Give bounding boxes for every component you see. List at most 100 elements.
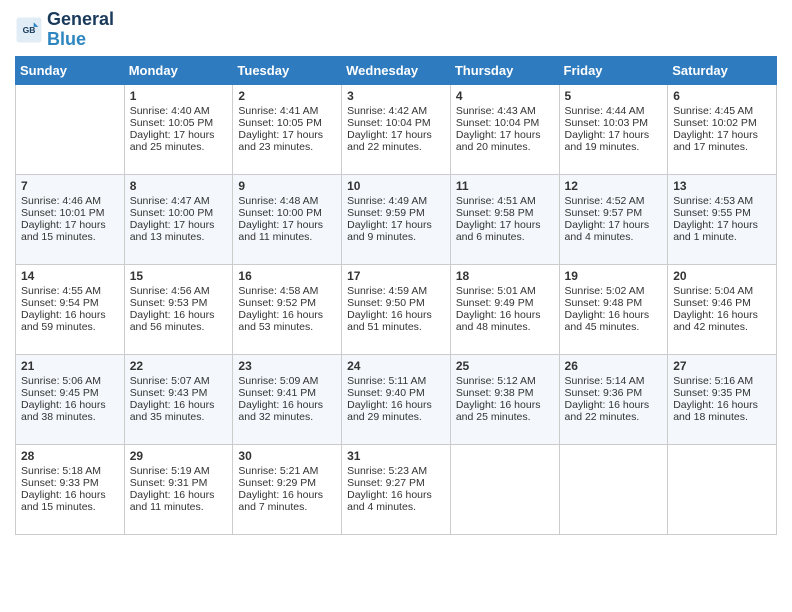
calendar-cell: 22Sunrise: 5:07 AMSunset: 9:43 PMDayligh… <box>124 354 233 444</box>
calendar-header: SundayMondayTuesdayWednesdayThursdayFrid… <box>16 56 777 84</box>
day-info: Sunset: 9:55 PM <box>673 207 771 219</box>
day-info: Daylight: 17 hours <box>238 219 336 231</box>
calendar-cell: 13Sunrise: 4:53 AMSunset: 9:55 PMDayligh… <box>668 174 777 264</box>
day-info: Daylight: 16 hours <box>565 399 663 411</box>
day-info: Sunset: 9:58 PM <box>456 207 554 219</box>
logo-icon: GB <box>15 16 43 44</box>
calendar-cell <box>450 444 559 534</box>
day-info: Daylight: 16 hours <box>238 489 336 501</box>
day-info: Sunset: 9:57 PM <box>565 207 663 219</box>
day-info: Sunset: 9:35 PM <box>673 387 771 399</box>
day-info: Daylight: 16 hours <box>238 309 336 321</box>
day-info: and 15 minutes. <box>21 501 119 513</box>
col-header-wednesday: Wednesday <box>342 56 451 84</box>
calendar-cell: 26Sunrise: 5:14 AMSunset: 9:36 PMDayligh… <box>559 354 668 444</box>
day-number: 2 <box>238 89 336 103</box>
day-info: Sunset: 9:43 PM <box>130 387 228 399</box>
day-info: and 45 minutes. <box>565 321 663 333</box>
calendar-cell: 1Sunrise: 4:40 AMSunset: 10:05 PMDayligh… <box>124 84 233 174</box>
calendar-cell: 14 Sunrise: 4:55 AMSunset: 9:54 PMDayligh… <box>16 264 125 354</box>
day-info: Sunset: 9:53 PM <box>130 297 228 309</box>
calendar-cell: 29Sunrise: 5:19 AMSunset: 9:31 PMDayligh… <box>124 444 233 534</box>
col-header-saturday: Saturday <box>668 56 777 84</box>
day-info: Sunrise: 4:58 AM <box>238 285 336 297</box>
day-number: 17 <box>347 269 445 283</box>
calendar-body: 1Sunrise: 4:40 AMSunset: 10:05 PMDayligh… <box>16 84 777 534</box>
day-info: Sunset: 9:41 PM <box>238 387 336 399</box>
day-info: Daylight: 17 hours <box>130 129 228 141</box>
calendar-cell: 2Sunrise: 4:41 AMSunset: 10:05 PMDayligh… <box>233 84 342 174</box>
day-info: Sunset: 10:05 PM <box>130 117 228 129</box>
day-info: and 7 minutes. <box>238 501 336 513</box>
day-number: 30 <box>238 449 336 463</box>
calendar-cell <box>559 444 668 534</box>
day-info: Sunrise: 4:44 AM <box>565 105 663 117</box>
day-info: Sunrise: 4:46 AM <box>21 195 119 207</box>
day-number: 11 <box>456 179 554 193</box>
calendar-cell: 28Sunrise: 5:18 AMSunset: 9:33 PMDayligh… <box>16 444 125 534</box>
day-number: 15 <box>130 269 228 283</box>
svg-text:GB: GB <box>23 25 36 35</box>
day-info: and 4 minutes. <box>565 231 663 243</box>
day-info: Sunrise: 5:12 AM <box>456 375 554 387</box>
day-info: Sunrise: 4:45 AM <box>673 105 771 117</box>
day-number: 21 <box>21 359 119 373</box>
day-info: Sunset: 9:54 PM <box>21 297 119 309</box>
day-info: Daylight: 17 hours <box>456 219 554 231</box>
day-info: and 32 minutes. <box>238 411 336 423</box>
day-number: 14 <box>21 269 119 283</box>
col-header-tuesday: Tuesday <box>233 56 342 84</box>
day-info: Sunrise: 4:53 AM <box>673 195 771 207</box>
day-info: Sunrise: 5:21 AM <box>238 465 336 477</box>
day-info: Daylight: 17 hours <box>130 219 228 231</box>
col-header-monday: Monday <box>124 56 233 84</box>
calendar-cell: 16Sunrise: 4:58 AMSunset: 9:52 PMDayligh… <box>233 264 342 354</box>
day-info: and 25 minutes. <box>130 141 228 153</box>
day-info: Sunset: 10:00 PM <box>130 207 228 219</box>
day-number: 22 <box>130 359 228 373</box>
day-number: 19 <box>565 269 663 283</box>
day-info: and 18 minutes. <box>673 411 771 423</box>
day-info: Sunset: 10:04 PM <box>456 117 554 129</box>
day-number: 31 <box>347 449 445 463</box>
calendar-cell: 8Sunrise: 4:47 AMSunset: 10:00 PMDayligh… <box>124 174 233 264</box>
day-info: Sunrise: 5:04 AM <box>673 285 771 297</box>
day-info: Daylight: 17 hours <box>565 129 663 141</box>
day-info: Sunset: 10:03 PM <box>565 117 663 129</box>
day-info: Sunrise: 5:16 AM <box>673 375 771 387</box>
day-info: Sunset: 10:01 PM <box>21 207 119 219</box>
day-info: Sunrise: 4:41 AM <box>238 105 336 117</box>
calendar-cell: 5Sunrise: 4:44 AMSunset: 10:03 PMDayligh… <box>559 84 668 174</box>
day-info: Daylight: 16 hours <box>130 489 228 501</box>
calendar-cell: 9Sunrise: 4:48 AMSunset: 10:00 PMDayligh… <box>233 174 342 264</box>
day-info: Sunset: 9:52 PM <box>238 297 336 309</box>
calendar-cell: 30Sunrise: 5:21 AMSunset: 9:29 PMDayligh… <box>233 444 342 534</box>
day-info: Daylight: 17 hours <box>238 129 336 141</box>
day-info: and 38 minutes. <box>21 411 119 423</box>
calendar-cell <box>16 84 125 174</box>
calendar-cell: 27Sunrise: 5:16 AMSunset: 9:35 PMDayligh… <box>668 354 777 444</box>
day-number: 29 <box>130 449 228 463</box>
day-info: and 51 minutes. <box>347 321 445 333</box>
day-info: Sunrise: 5:09 AM <box>238 375 336 387</box>
day-number: 18 <box>456 269 554 283</box>
day-info: Sunrise: 5:23 AM <box>347 465 445 477</box>
calendar-table: SundayMondayTuesdayWednesdayThursdayFrid… <box>15 56 777 535</box>
day-info: Sunrise: 5:07 AM <box>130 375 228 387</box>
day-info: Sunrise: 4:56 AM <box>130 285 228 297</box>
day-info: Daylight: 16 hours <box>21 309 119 321</box>
calendar-cell: 20Sunrise: 5:04 AMSunset: 9:46 PMDayligh… <box>668 264 777 354</box>
day-info: Sunrise: 5:02 AM <box>565 285 663 297</box>
day-info: Sunrise: 4:48 AM <box>238 195 336 207</box>
day-info: and 15 minutes. <box>21 231 119 243</box>
day-info: Sunset: 9:33 PM <box>21 477 119 489</box>
day-info: Daylight: 17 hours <box>565 219 663 231</box>
week-row-2: 7Sunrise: 4:46 AMSunset: 10:01 PMDayligh… <box>16 174 777 264</box>
day-info: Sunset: 10:04 PM <box>347 117 445 129</box>
day-info: Sunset: 9:59 PM <box>347 207 445 219</box>
day-info: Daylight: 16 hours <box>673 399 771 411</box>
day-info: and 19 minutes. <box>565 141 663 153</box>
calendar-cell: 3Sunrise: 4:42 AMSunset: 10:04 PMDayligh… <box>342 84 451 174</box>
day-info: and 23 minutes. <box>238 141 336 153</box>
day-info: Sunrise: 4:55 AM <box>21 285 119 297</box>
